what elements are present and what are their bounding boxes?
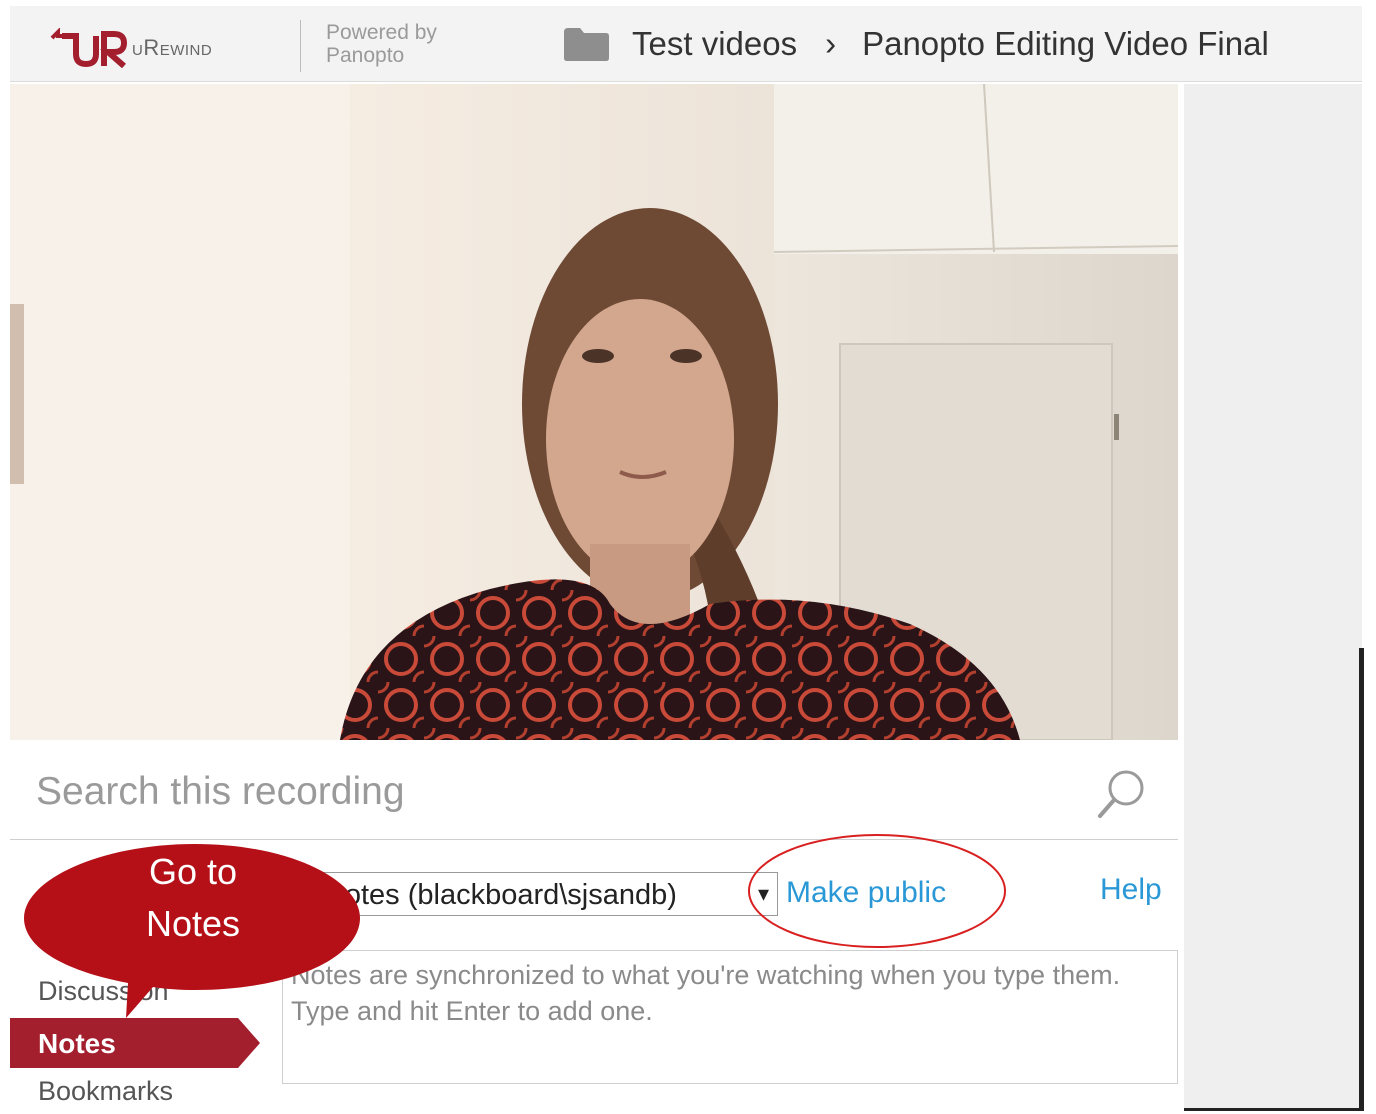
notes-channel-select[interactable]: r notes (blackboard\sjsandb) ▾ (300, 872, 778, 916)
tab-notes-label: Notes (38, 1028, 116, 1059)
callout-line: Go to (148, 851, 238, 892)
breadcrumb: Test videos › Panopto Editing Video Fina… (562, 18, 1269, 70)
notes-input[interactable] (291, 957, 1167, 1077)
tab-notes[interactable]: Notes (10, 1018, 260, 1068)
tab-bookmarks[interactable]: Bookmarks (38, 1076, 173, 1107)
highlight-circle (748, 834, 1006, 948)
app-header: uRewind Powered by Panopto Test videos ›… (10, 6, 1362, 82)
chevron-right-icon: › (825, 25, 837, 62)
brand-name: uRewind (132, 35, 213, 60)
side-panel (1184, 84, 1362, 1110)
powered-by-brand: Panopto (326, 44, 405, 67)
search-bar (10, 748, 1178, 840)
folder-icon (564, 28, 609, 61)
video-frame (10, 84, 1178, 740)
video-player[interactable] (10, 84, 1178, 740)
notes-panel (282, 950, 1178, 1084)
breadcrumb-folder-link[interactable]: Test videos (632, 25, 797, 63)
breadcrumb-session-title: Panopto Editing Video Final (862, 25, 1269, 62)
urewind-logo[interactable]: uRewind (48, 28, 212, 68)
search-input[interactable] (36, 766, 1076, 818)
callout-line: Notes (145, 903, 241, 944)
header-divider (300, 20, 301, 72)
urewind-logo-icon (50, 28, 128, 68)
callout-text: Go to Notes (103, 846, 283, 950)
powered-by-line: Powered by (326, 21, 437, 44)
search-icon[interactable] (1092, 764, 1152, 824)
help-link[interactable]: Help (1100, 873, 1162, 907)
window-edge-bottom (1184, 1108, 1364, 1111)
powered-by-label: Powered by Panopto (326, 21, 437, 67)
window-edge (1359, 648, 1364, 1110)
